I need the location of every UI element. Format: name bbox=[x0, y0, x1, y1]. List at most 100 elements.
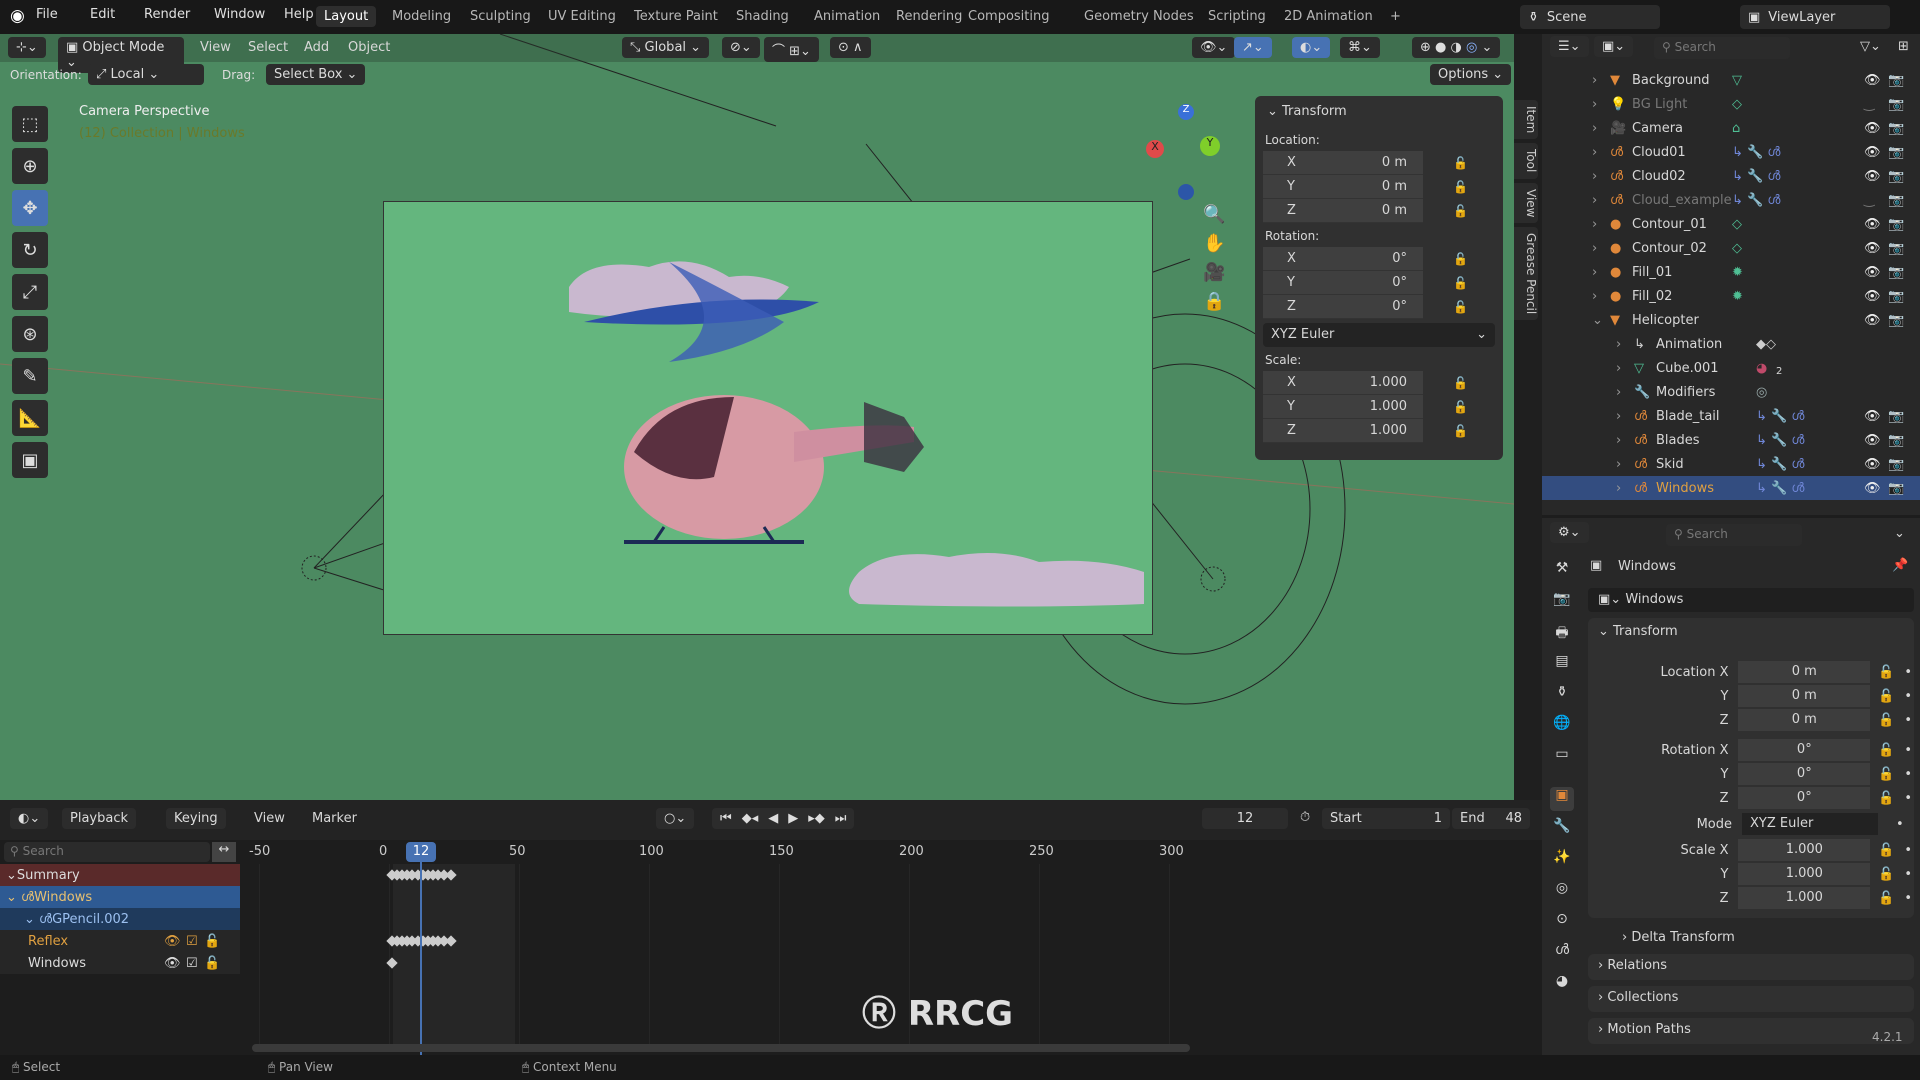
gp-data-icon[interactable]: ↳ 🔧 ൾ bbox=[1756, 481, 1804, 496]
n-location-y-field[interactable]: Y 0 m bbox=[1263, 175, 1423, 199]
lock-icon[interactable]: 🔓 bbox=[1453, 276, 1468, 290]
tab-rendering[interactable]: Rendering bbox=[888, 6, 970, 27]
menu-marker[interactable]: Marker bbox=[312, 811, 357, 826]
camera-render-icon[interactable]: 📷 bbox=[1888, 193, 1904, 208]
sidebar-tab-grease-pencil[interactable]: Grease Pencil bbox=[1514, 227, 1538, 321]
editor-type-button[interactable]: ⊹⌄ bbox=[8, 37, 46, 58]
object-name-field[interactable]: ▣⌄ Windows bbox=[1588, 588, 1914, 612]
outliner-item-cloud02[interactable]: › ൾ Cloud02 ↳ 🔧 ൾ 👁 📷 bbox=[1542, 164, 1920, 188]
tab-2d-animation[interactable]: 2D Animation bbox=[1276, 6, 1381, 27]
sidebar-tab-tool[interactable]: Tool bbox=[1514, 143, 1538, 179]
chevron-down-icon[interactable]: ⌄ bbox=[1592, 313, 1603, 328]
pin-icon[interactable]: 📌 bbox=[1892, 558, 1908, 573]
chevron-right-icon[interactable]: › bbox=[1616, 433, 1621, 448]
camera-render-icon[interactable]: 📷 bbox=[1888, 265, 1904, 280]
keyframe-dot-icon[interactable]: • bbox=[1904, 767, 1912, 782]
tab-geometry-nodes[interactable]: Geometry Nodes bbox=[1076, 6, 1202, 27]
n-rotation-z-field[interactable]: Z 0° bbox=[1263, 295, 1423, 319]
gp-data-icon[interactable]: ↳ 🔧 ൾ bbox=[1732, 169, 1780, 184]
lock-icon[interactable]: 🔓 bbox=[1453, 400, 1468, 414]
visibility-selector[interactable]: 👁⌄ bbox=[1192, 37, 1236, 58]
physics-icon[interactable]: ◎ bbox=[1550, 880, 1574, 904]
gp-data-icon[interactable]: ↳ 🔧 ൾ bbox=[1756, 433, 1804, 448]
camera-render-icon[interactable]: 📷 bbox=[1888, 97, 1904, 112]
gizmo-neg-z[interactable] bbox=[1178, 184, 1194, 200]
options-button[interactable]: Options ⌄ bbox=[1430, 64, 1512, 85]
rotation-mode-dropdown[interactable]: XYZ Euler bbox=[1742, 813, 1878, 835]
leaf-data-icon[interactable]: ◇ bbox=[1732, 241, 1742, 256]
n-location-z-field[interactable]: Z 0 m bbox=[1263, 199, 1423, 223]
outliner-item-background[interactable]: › ▼ Background ▽ 👁 📷 bbox=[1542, 68, 1920, 92]
eye-icon[interactable]: 👁 bbox=[1864, 409, 1881, 424]
channel-gpencil.002[interactable]: ⌄ ൾ GPencil.002 bbox=[0, 908, 240, 930]
eye-icon[interactable]: 👁 bbox=[1864, 217, 1881, 232]
tab-uv-editing[interactable]: UV Editing bbox=[540, 6, 624, 27]
outliner-item-contour_02[interactable]: › ● Contour_02 ◇ 👁 📷 bbox=[1542, 236, 1920, 260]
n-rotation-x-field[interactable]: X 0° bbox=[1263, 247, 1423, 271]
tab-shading[interactable]: Shading bbox=[728, 6, 797, 27]
eye-icon[interactable]: 👁 bbox=[1864, 433, 1881, 448]
eye-icon[interactable]: 👁 bbox=[1864, 265, 1881, 280]
material-icon[interactable]: ◕ bbox=[1550, 973, 1574, 997]
collection-icon[interactable]: ▭ bbox=[1550, 746, 1574, 770]
outliner-item-modifiers[interactable]: › 🔧 Modifiers ◎ bbox=[1542, 380, 1920, 404]
lock-icon[interactable]: 🔓 bbox=[204, 956, 220, 971]
drag-selector[interactable]: Select Box ⌄ bbox=[266, 64, 366, 85]
camera-render-icon[interactable]: 📷 bbox=[1888, 313, 1904, 328]
expand-icon[interactable]: ⌄ ൾ bbox=[6, 890, 34, 905]
keyframe-dot-icon[interactable]: • bbox=[1904, 843, 1912, 858]
sun-data-icon[interactable]: ✹ bbox=[1732, 289, 1743, 304]
add-cube-tool-icon[interactable]: ▣ bbox=[12, 442, 48, 478]
outliner-item-bg light[interactable]: › 💡 BG Light ◇ ‿ 📷 bbox=[1542, 92, 1920, 116]
chevron-right-icon[interactable]: › bbox=[1616, 385, 1621, 400]
timeline-scrollbar[interactable] bbox=[252, 1044, 1190, 1052]
channel-search[interactable]: ⚲ Search bbox=[4, 842, 210, 862]
pivot-point-button[interactable]: ⊘⌄ bbox=[722, 37, 760, 58]
channel-windows[interactable]: ⌄ ൾ Windows bbox=[0, 886, 240, 908]
camera-render-icon[interactable]: 📷 bbox=[1888, 241, 1904, 256]
camera-render-icon[interactable]: 📷 bbox=[1888, 121, 1904, 136]
keyframe-dot-icon[interactable]: • bbox=[1904, 791, 1912, 806]
channel-summary[interactable]: ⌄ Summary bbox=[0, 864, 240, 886]
lock-icon[interactable]: 🔓 bbox=[1878, 891, 1894, 906]
keyframe-dot-icon[interactable]: • bbox=[1904, 867, 1912, 882]
channel-reflex[interactable]: Reflex 👁 ☑ 🔓 bbox=[0, 930, 240, 952]
checkbox-icon[interactable]: ☑ bbox=[186, 934, 198, 949]
eye-closed-icon[interactable]: ‿ bbox=[1864, 193, 1874, 208]
outliner-item-helicopter[interactable]: ⌄ ▼ Helicopter 👁 📷 bbox=[1542, 308, 1920, 332]
chevron-right-icon[interactable]: › bbox=[1616, 457, 1621, 472]
menu-edit[interactable]: Edit bbox=[90, 7, 115, 22]
subpanel-motion-paths[interactable]: › Motion Paths bbox=[1588, 1018, 1914, 1044]
tab-scripting[interactable]: Scripting bbox=[1200, 6, 1274, 27]
scene-selector[interactable]: ⚱ Scene bbox=[1520, 5, 1660, 29]
checkbox-icon[interactable]: ☑ bbox=[186, 956, 198, 971]
lock-icon[interactable]: 🔓 bbox=[1878, 665, 1894, 680]
chevron-right-icon[interactable]: › bbox=[1592, 289, 1597, 304]
chevron-right-icon[interactable]: › bbox=[1592, 97, 1597, 112]
object-data-icon[interactable]: ൾ bbox=[1550, 942, 1574, 966]
output-icon[interactable]: 🖶 bbox=[1550, 622, 1574, 646]
move-tool-icon[interactable]: ✥ bbox=[12, 190, 48, 226]
outliner-item-cube.001[interactable]: › ▽ Cube.001 ◕ 2 bbox=[1542, 356, 1920, 380]
camera-render-icon[interactable]: 📷 bbox=[1888, 481, 1904, 496]
menu-render[interactable]: Render bbox=[144, 7, 190, 22]
annotate-tool-icon[interactable]: ✎ bbox=[12, 358, 48, 394]
menu-view[interactable]: View bbox=[200, 40, 231, 55]
menu-help[interactable]: Help bbox=[284, 7, 314, 22]
chevron-right-icon[interactable]: › bbox=[1592, 265, 1597, 280]
start-frame-field[interactable]: Start 1 bbox=[1322, 808, 1450, 829]
lock-icon[interactable]: 🔓 bbox=[1453, 180, 1468, 194]
camera-render-icon[interactable]: 📷 bbox=[1888, 433, 1904, 448]
tab-texture-paint[interactable]: Texture Paint bbox=[626, 6, 726, 27]
keyframe-dot-icon[interactable]: • bbox=[1904, 665, 1912, 680]
outliner-item-fill_02[interactable]: › ● Fill_02 ✹ 👁 📷 bbox=[1542, 284, 1920, 308]
sync-icon[interactable]: ↔ bbox=[212, 842, 236, 862]
keyframe-dot-icon[interactable]: • bbox=[1904, 713, 1912, 728]
chevron-right-icon[interactable]: › bbox=[1592, 121, 1597, 136]
lock-icon[interactable]: 🔓 bbox=[1453, 300, 1468, 314]
channel-windows[interactable]: Windows 👁 ☑ 🔓 bbox=[0, 952, 240, 974]
camera-data-icon[interactable]: ⌂ bbox=[1732, 121, 1740, 136]
gp-data-icon[interactable]: ↳ 🔧 ൾ bbox=[1756, 457, 1804, 472]
timeline-editor-type[interactable]: ◐⌄ bbox=[10, 808, 49, 829]
play-reverse-icon[interactable]: ◀ bbox=[768, 811, 778, 826]
